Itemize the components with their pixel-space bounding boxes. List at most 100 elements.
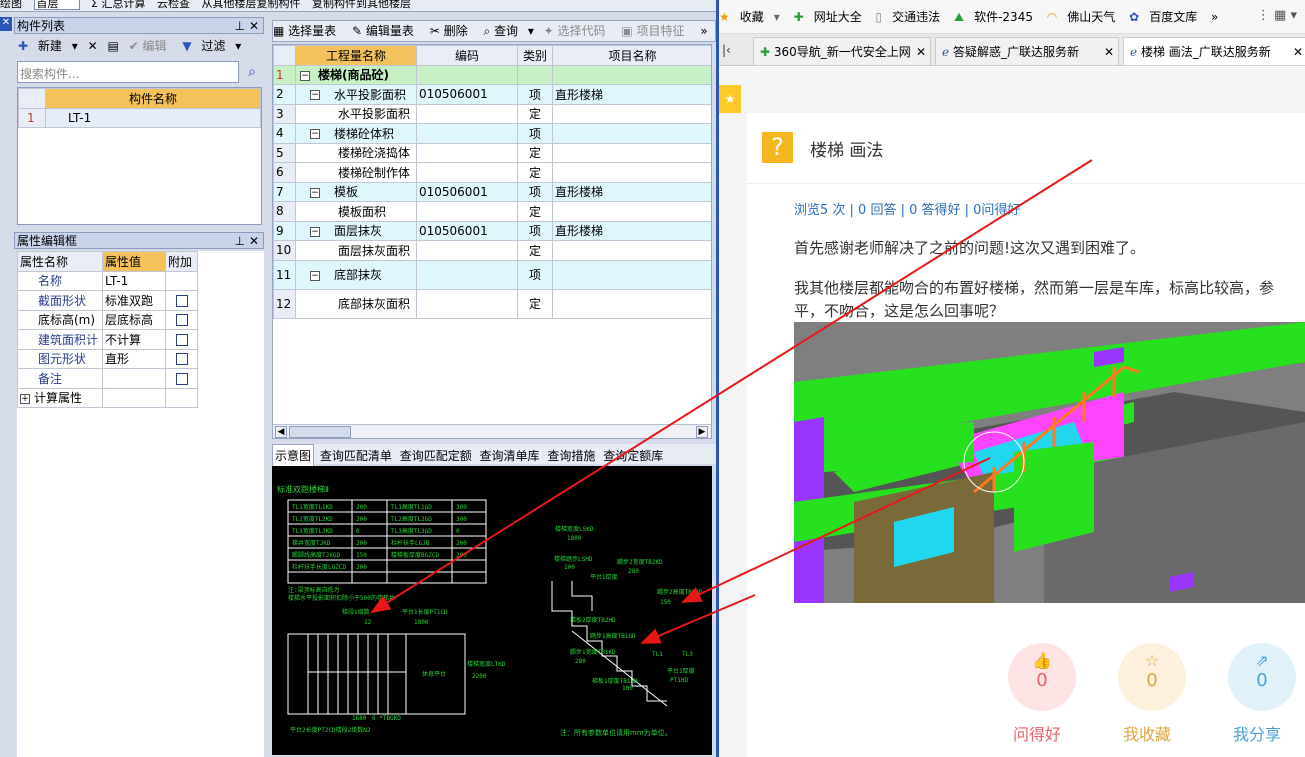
table-row[interactable]: 备注	[17, 368, 198, 389]
star-icon[interactable]: ★	[719, 85, 741, 113]
qty-type[interactable]: 定	[517, 288, 553, 319]
qty-type[interactable]: 定	[517, 103, 553, 124]
item-feature-button[interactable]: ▣ 项目特征	[621, 24, 690, 38]
copy-to-floor-button[interactable]: 复制构件到其他楼层	[312, 0, 411, 9]
qty-item-name[interactable]	[552, 288, 711, 319]
qty-item-name[interactable]	[552, 103, 711, 124]
qty-name[interactable]: − 底部抹灰	[295, 259, 417, 290]
table-row[interactable]: 建筑面积计 不计算	[17, 329, 198, 350]
table-row[interactable]: 3 水平投影面积 定	[273, 103, 711, 124]
list-item[interactable]: 1 LT-1	[18, 107, 261, 128]
pin-icon[interactable]: ⊥	[235, 18, 245, 34]
table-row[interactable]: 7 − 模板 010506001 项直形楼梯	[273, 181, 711, 202]
qty-code[interactable]: 010506001	[416, 220, 518, 241]
qty-code[interactable]: 010506001	[416, 84, 518, 105]
bookmark-favorites[interactable]: 收藏	[740, 10, 764, 24]
stair-3d-screenshot[interactable]	[794, 322, 1305, 603]
qty-code[interactable]	[416, 103, 518, 124]
summary-calc-button[interactable]: Σ 汇总计算	[91, 0, 145, 9]
close-icon[interactable]: ✕	[1104, 38, 1114, 65]
qty-name[interactable]: 面层抹灰面积	[295, 240, 417, 261]
qty-item-name[interactable]	[552, 201, 711, 222]
share-button[interactable]: ⇗ 0	[1228, 643, 1296, 711]
table-row[interactable]: 4 − 楼梯砼体积 项	[273, 123, 711, 144]
collapse-icon[interactable]: −	[310, 129, 320, 140]
bookmark-nav[interactable]: 网址大全	[814, 10, 862, 24]
tab-stairs[interactable]: ℯ 楼梯 画法_广联达服务新 ✕	[1123, 37, 1305, 65]
qty-name[interactable]: 底部抹灰面积	[295, 288, 417, 319]
bookmark-traffic[interactable]: 交通违法	[892, 10, 940, 24]
collapse-icon[interactable]: −	[300, 70, 310, 81]
qty-item-name[interactable]: 直形楼梯	[552, 84, 711, 105]
qty-type[interactable]: 项	[517, 259, 553, 290]
more-icon[interactable]: »	[700, 24, 707, 38]
tab-match-quota[interactable]: 查询匹配定额	[398, 447, 474, 465]
scroll-left-icon[interactable]: ◀	[275, 426, 287, 438]
qty-name[interactable]: 水平投影面积	[295, 103, 417, 124]
qty-name[interactable]: − 楼梯(商品砼)	[295, 64, 417, 85]
table-row[interactable]: 图元形状 直形	[17, 348, 198, 369]
close-icon[interactable]: ✕	[1293, 38, 1303, 65]
table-row[interactable]: 11 − 底部抹灰 项	[273, 259, 711, 290]
star-icon[interactable]: ★	[719, 10, 730, 24]
close-icon[interactable]: ✕	[249, 233, 259, 249]
qty-item-name[interactable]	[552, 259, 711, 290]
toolbar-draw[interactable]: 绘图	[0, 0, 22, 9]
checkbox[interactable]	[175, 333, 188, 346]
favorite-label[interactable]: 我收藏	[1123, 721, 1171, 745]
qty-code[interactable]	[416, 123, 518, 144]
qty-item-name[interactable]	[552, 142, 711, 163]
qty-name[interactable]: − 楼梯砼体积	[295, 123, 417, 144]
qty-type[interactable]: 项	[517, 84, 553, 105]
qty-name[interactable]: − 模板	[295, 181, 417, 202]
close-icon[interactable]: ✕	[916, 38, 926, 65]
qty-code[interactable]: 010506001	[416, 181, 518, 202]
close-icon[interactable]: ✕	[249, 18, 259, 34]
qty-name[interactable]: 模板面积	[295, 201, 417, 222]
qty-name[interactable]: − 水平投影面积	[295, 84, 417, 105]
qty-code[interactable]	[416, 142, 518, 163]
bookmark-baidu[interactable]: 百度文库	[1149, 10, 1197, 24]
edit-button[interactable]: ✔ 编辑	[129, 39, 173, 53]
collapse-icon[interactable]: −	[310, 270, 320, 281]
collapse-icon[interactable]: −	[310, 90, 320, 101]
share-label[interactable]: 我分享	[1233, 721, 1281, 745]
qty-type[interactable]: 定	[517, 240, 553, 261]
horizontal-scrollbar[interactable]: ◀ ▶	[273, 424, 711, 438]
qty-type[interactable]	[517, 64, 553, 85]
qty-type[interactable]: 定	[517, 142, 553, 163]
qty-type[interactable]: 定	[517, 201, 553, 222]
filter-button[interactable]: ▼ 过滤 ▾	[182, 39, 241, 53]
floor-select[interactable]: 首层	[33, 0, 80, 10]
scroll-right-icon[interactable]: ▶	[696, 426, 708, 438]
tab-measures[interactable]: 查询措施	[545, 447, 597, 465]
qty-name[interactable]: 楼梯砼制作体	[295, 162, 417, 183]
question-stats[interactable]: 浏览5 次 | 0 回答 | 0 答得好 | 0问得好	[794, 199, 1020, 218]
tab-match-list[interactable]: 查询匹配清单	[318, 447, 394, 465]
delete-button[interactable]: ✂ 删除	[430, 24, 474, 38]
cloud-check-button[interactable]: 云检查	[157, 0, 190, 9]
delete-icon[interactable]: ✕	[88, 39, 98, 53]
tab-qa[interactable]: ℯ 答疑解惑_广联达服务新 ✕	[935, 37, 1119, 65]
copy-icon[interactable]: ▤	[107, 39, 118, 53]
bookmark-weather[interactable]: 佛山天气	[1067, 10, 1115, 24]
tab-diagram[interactable]: 示意图	[272, 444, 315, 466]
table-row[interactable]: 底标高(m) 层底标高	[17, 309, 198, 330]
table-row[interactable]: 2 − 水平投影面积 010506001 项直形楼梯	[273, 84, 711, 105]
qty-type[interactable]: 项	[517, 181, 553, 202]
scroll-thumb[interactable]	[289, 426, 351, 438]
table-row[interactable]: 截面形状 标准双跑	[17, 290, 198, 311]
component-search-input[interactable]: 搜索构件...	[17, 61, 239, 83]
select-code-button[interactable]: ✦ 选择代码	[544, 24, 612, 38]
table-row[interactable]: 1− 楼梯(商品砼)	[273, 64, 711, 85]
table-row[interactable]: 10 面层抹灰面积 定	[273, 240, 711, 261]
qty-code[interactable]	[416, 201, 518, 222]
qty-name[interactable]: − 面层抹灰	[295, 220, 417, 241]
qty-code[interactable]	[416, 259, 518, 290]
tab-list-library[interactable]: 查询清单库	[478, 447, 542, 465]
like-label[interactable]: 问得好	[1013, 721, 1061, 745]
tab-quota-library[interactable]: 查询定额库	[601, 447, 665, 465]
favorite-button[interactable]: ☆ 0	[1118, 643, 1186, 711]
qty-item-name[interactable]: 直形楼梯	[552, 181, 711, 202]
collapse-icon[interactable]: −	[310, 226, 320, 237]
